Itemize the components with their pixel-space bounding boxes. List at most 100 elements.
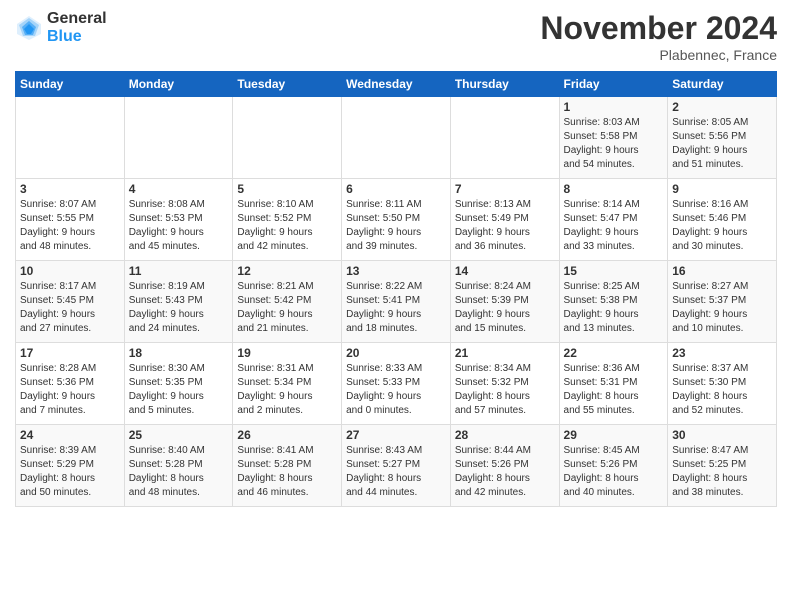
- day-number: 22: [564, 346, 664, 360]
- cell-daylight-info: Sunrise: 8:24 AM Sunset: 5:39 PM Dayligh…: [455, 280, 555, 336]
- calendar-table: Sunday Monday Tuesday Wednesday Thursday…: [15, 71, 777, 507]
- calendar-header: Sunday Monday Tuesday Wednesday Thursday…: [16, 72, 777, 97]
- header-sunday: Sunday: [16, 72, 125, 97]
- calendar-cell: 17Sunrise: 8:28 AM Sunset: 5:36 PM Dayli…: [16, 343, 125, 425]
- cell-daylight-info: Sunrise: 8:03 AM Sunset: 5:58 PM Dayligh…: [564, 116, 664, 172]
- cell-daylight-info: Sunrise: 8:40 AM Sunset: 5:28 PM Dayligh…: [129, 444, 229, 500]
- calendar-cell: 6 Sunrise: 8:11 AM Sunset: 5:50 PM Daylig…: [342, 179, 451, 261]
- cell-daylight-info: Sunrise: 8:30 AM Sunset: 5:35 PM Dayligh…: [129, 362, 229, 418]
- cell-daylight-info: Sunrise: 8:31 AM Sunset: 5:34 PM Dayligh…: [237, 362, 337, 418]
- calendar-cell: 8 Sunrise: 8:14 AM Sunset: 5:47 PM Daylig…: [559, 179, 668, 261]
- day-number: 27: [346, 428, 446, 442]
- logo: General Blue: [15, 10, 107, 45]
- calendar-cell: 20 Sunrise: 8:33 AM Sunset: 5:33 PM Dayli…: [342, 343, 451, 425]
- cell-daylight-info: Sunrise: 8:10 AM Sunset: 5:52 PM Dayligh…: [237, 198, 337, 254]
- logo-text: General Blue: [47, 10, 107, 45]
- cell-daylight-info: Sunrise: 8:08 AM Sunset: 5:53 PM Dayligh…: [129, 198, 229, 254]
- day-number: 30: [672, 428, 772, 442]
- day-number: 13: [346, 264, 446, 278]
- header-saturday: Saturday: [668, 72, 777, 97]
- day-number: 8: [564, 182, 664, 196]
- cell-daylight-info: Sunrise: 8:19 AM Sunset: 5:43 PM Dayligh…: [129, 280, 229, 336]
- day-number: 21: [455, 346, 555, 360]
- calendar-week-5: 24Sunrise: 8:39 AM Sunset: 5:29 PM Dayli…: [16, 425, 777, 507]
- cell-daylight-info: Sunrise: 8:47 AM Sunset: 5:25 PM Dayligh…: [672, 444, 772, 500]
- header-thursday: Thursday: [450, 72, 559, 97]
- calendar-cell: 21 Sunrise: 8:34 AM Sunset: 5:32 PM Dayli…: [450, 343, 559, 425]
- day-number: 23: [672, 346, 772, 360]
- day-number: 20: [346, 346, 446, 360]
- day-number: 7: [455, 182, 555, 196]
- day-number: 29: [564, 428, 664, 442]
- calendar-cell: 1 Sunrise: 8:03 AM Sunset: 5:58 PM Daylig…: [559, 97, 668, 179]
- calendar-cell: [342, 97, 451, 179]
- calendar-cell: 15Sunrise: 8:25 AM Sunset: 5:38 PM Dayli…: [559, 261, 668, 343]
- calendar-cell: 12Sunrise: 8:21 AM Sunset: 5:42 PM Dayli…: [233, 261, 342, 343]
- calendar-cell: 29 Sunrise: 8:45 AM Sunset: 5:26 PM Dayli…: [559, 425, 668, 507]
- header-friday: Friday: [559, 72, 668, 97]
- day-number: 4: [129, 182, 229, 196]
- day-number: 5: [237, 182, 337, 196]
- calendar-cell: 11 Sunrise: 8:19 AM Sunset: 5:43 PM Dayli…: [124, 261, 233, 343]
- calendar-cell: 9 Sunrise: 8:16 AM Sunset: 5:46 PM Daylig…: [668, 179, 777, 261]
- day-number: 16: [672, 264, 772, 278]
- calendar-cell: 3Sunrise: 8:07 AM Sunset: 5:55 PM Daylig…: [16, 179, 125, 261]
- calendar-cell: 30 Sunrise: 8:47 AM Sunset: 5:25 PM Dayli…: [668, 425, 777, 507]
- cell-daylight-info: Sunrise: 8:07 AM Sunset: 5:55 PM Dayligh…: [20, 198, 120, 254]
- logo-blue-text: Blue: [47, 28, 107, 46]
- cell-daylight-info: Sunrise: 8:17 AM Sunset: 5:45 PM Dayligh…: [20, 280, 120, 336]
- cell-daylight-info: Sunrise: 8:45 AM Sunset: 5:26 PM Dayligh…: [564, 444, 664, 500]
- calendar-cell: 19 Sunrise: 8:31 AM Sunset: 5:34 PM Dayli…: [233, 343, 342, 425]
- cell-daylight-info: Sunrise: 8:37 AM Sunset: 5:30 PM Dayligh…: [672, 362, 772, 418]
- header-monday: Monday: [124, 72, 233, 97]
- calendar-cell: 16Sunrise: 8:27 AM Sunset: 5:37 PM Dayli…: [668, 261, 777, 343]
- cell-daylight-info: Sunrise: 8:22 AM Sunset: 5:41 PM Dayligh…: [346, 280, 446, 336]
- calendar-cell: [124, 97, 233, 179]
- logo-icon: [15, 14, 43, 42]
- calendar-cell: 26Sunrise: 8:41 AM Sunset: 5:28 PM Dayli…: [233, 425, 342, 507]
- weekday-header-row: Sunday Monday Tuesday Wednesday Thursday…: [16, 72, 777, 97]
- cell-daylight-info: Sunrise: 8:14 AM Sunset: 5:47 PM Dayligh…: [564, 198, 664, 254]
- cell-daylight-info: Sunrise: 8:11 AM Sunset: 5:50 PM Dayligh…: [346, 198, 446, 254]
- calendar-cell: 13 Sunrise: 8:22 AM Sunset: 5:41 PM Dayli…: [342, 261, 451, 343]
- header-row: General Blue November 2024 Plabennec, Fr…: [15, 10, 777, 63]
- calendar-cell: [233, 97, 342, 179]
- header-tuesday: Tuesday: [233, 72, 342, 97]
- logo-general-text: General: [47, 10, 107, 28]
- day-number: 28: [455, 428, 555, 442]
- cell-daylight-info: Sunrise: 8:43 AM Sunset: 5:27 PM Dayligh…: [346, 444, 446, 500]
- calendar-cell: 10 Sunrise: 8:17 AM Sunset: 5:45 PM Dayli…: [16, 261, 125, 343]
- calendar-week-3: 10 Sunrise: 8:17 AM Sunset: 5:45 PM Dayli…: [16, 261, 777, 343]
- calendar-cell: 28 Sunrise: 8:44 AM Sunset: 5:26 PM Dayli…: [450, 425, 559, 507]
- cell-daylight-info: Sunrise: 8:34 AM Sunset: 5:32 PM Dayligh…: [455, 362, 555, 418]
- title-block: November 2024 Plabennec, France: [540, 10, 777, 63]
- calendar-week-2: 3Sunrise: 8:07 AM Sunset: 5:55 PM Daylig…: [16, 179, 777, 261]
- day-number: 18: [129, 346, 229, 360]
- cell-daylight-info: Sunrise: 8:36 AM Sunset: 5:31 PM Dayligh…: [564, 362, 664, 418]
- calendar-cell: 24Sunrise: 8:39 AM Sunset: 5:29 PM Dayli…: [16, 425, 125, 507]
- location: Plabennec, France: [540, 47, 777, 63]
- calendar-cell: [16, 97, 125, 179]
- day-number: 1: [564, 100, 664, 114]
- day-number: 14: [455, 264, 555, 278]
- calendar-cell: 18 Sunrise: 8:30 AM Sunset: 5:35 PM Dayli…: [124, 343, 233, 425]
- calendar-cell: 22 Sunrise: 8:36 AM Sunset: 5:31 PM Dayli…: [559, 343, 668, 425]
- day-number: 19: [237, 346, 337, 360]
- day-number: 10: [20, 264, 120, 278]
- day-number: 9: [672, 182, 772, 196]
- calendar-cell: 25 Sunrise: 8:40 AM Sunset: 5:28 PM Dayli…: [124, 425, 233, 507]
- cell-daylight-info: Sunrise: 8:13 AM Sunset: 5:49 PM Dayligh…: [455, 198, 555, 254]
- day-number: 6: [346, 182, 446, 196]
- cell-daylight-info: Sunrise: 8:33 AM Sunset: 5:33 PM Dayligh…: [346, 362, 446, 418]
- cell-daylight-info: Sunrise: 8:28 AM Sunset: 5:36 PM Dayligh…: [20, 362, 120, 418]
- calendar-week-1: 1 Sunrise: 8:03 AM Sunset: 5:58 PM Daylig…: [16, 97, 777, 179]
- day-number: 24: [20, 428, 120, 442]
- day-number: 25: [129, 428, 229, 442]
- cell-daylight-info: Sunrise: 8:44 AM Sunset: 5:26 PM Dayligh…: [455, 444, 555, 500]
- day-number: 11: [129, 264, 229, 278]
- month-title: November 2024: [540, 10, 777, 47]
- cell-daylight-info: Sunrise: 8:41 AM Sunset: 5:28 PM Dayligh…: [237, 444, 337, 500]
- calendar-cell: 4 Sunrise: 8:08 AM Sunset: 5:53 PM Daylig…: [124, 179, 233, 261]
- cell-daylight-info: Sunrise: 8:16 AM Sunset: 5:46 PM Dayligh…: [672, 198, 772, 254]
- calendar-cell: 5 Sunrise: 8:10 AM Sunset: 5:52 PM Daylig…: [233, 179, 342, 261]
